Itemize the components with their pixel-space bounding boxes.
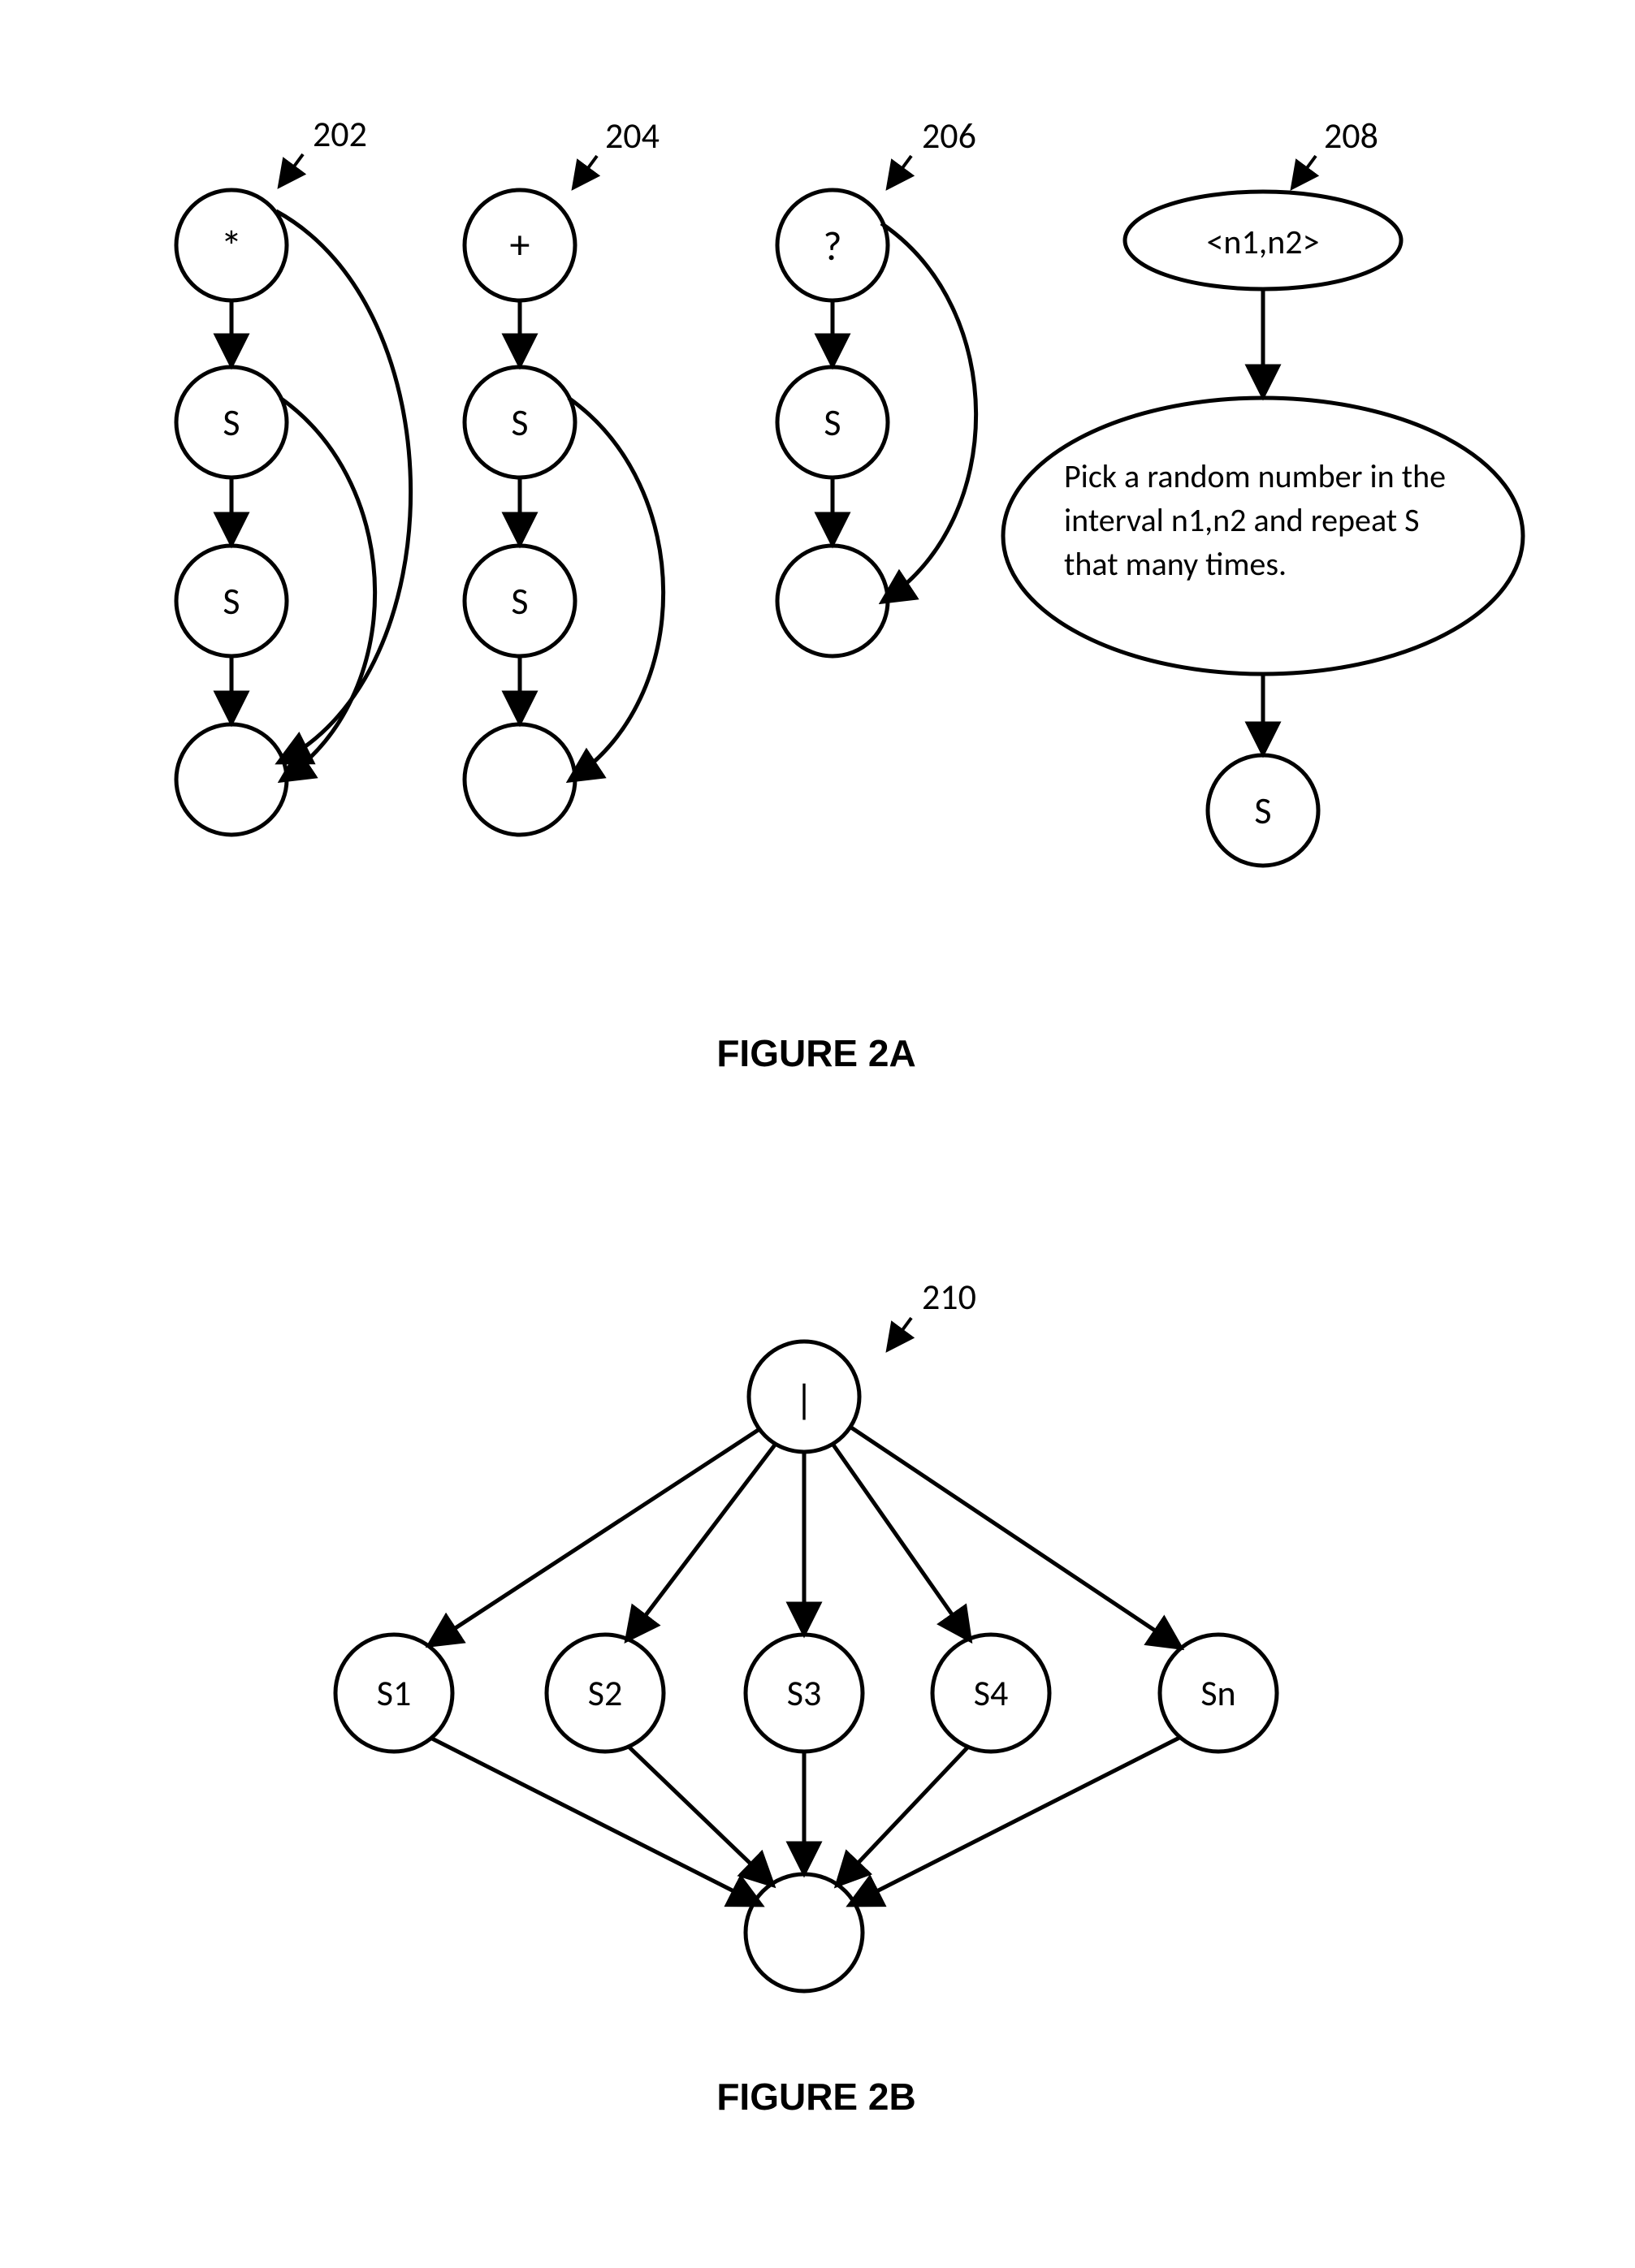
node-s1b: S1 (377, 1671, 412, 1715)
tree-208: <n1,n2> Pick a random number in the inte… (1003, 192, 1523, 866)
tree-206: ? S (777, 190, 976, 656)
node-star: * (221, 220, 243, 274)
node-plus-s2: S (511, 579, 528, 624)
node-snb: Sn (1200, 1671, 1235, 1715)
node-s2b: S2 (588, 1671, 623, 1715)
node-q: ? (823, 222, 841, 271)
node-pipe: | (794, 1375, 813, 1424)
range-desc: Pick a random number in the interval n1,… (1064, 455, 1462, 586)
tree-202: * S S (176, 190, 411, 835)
node-range-top: <n1,n2> (1206, 222, 1319, 263)
node-plus: + (510, 220, 530, 270)
diagram-svg: * S S + S S (0, 0, 1635, 2268)
page: 202 204 206 208 210 FIGURE 2A FIGURE 2B … (0, 0, 1635, 2268)
node-s3b: S3 (787, 1671, 822, 1715)
node-s2: S (223, 579, 240, 624)
tree-204: + S S (465, 190, 664, 835)
node-s1: S (223, 400, 240, 446)
node-q-s: S (824, 400, 841, 446)
node-range-s: S (1254, 788, 1271, 834)
node-s4b: S4 (974, 1671, 1009, 1715)
node-plus-s1: S (511, 400, 528, 446)
tree-210: | S1 S2 S3 S4 Sn (335, 1341, 1277, 1991)
